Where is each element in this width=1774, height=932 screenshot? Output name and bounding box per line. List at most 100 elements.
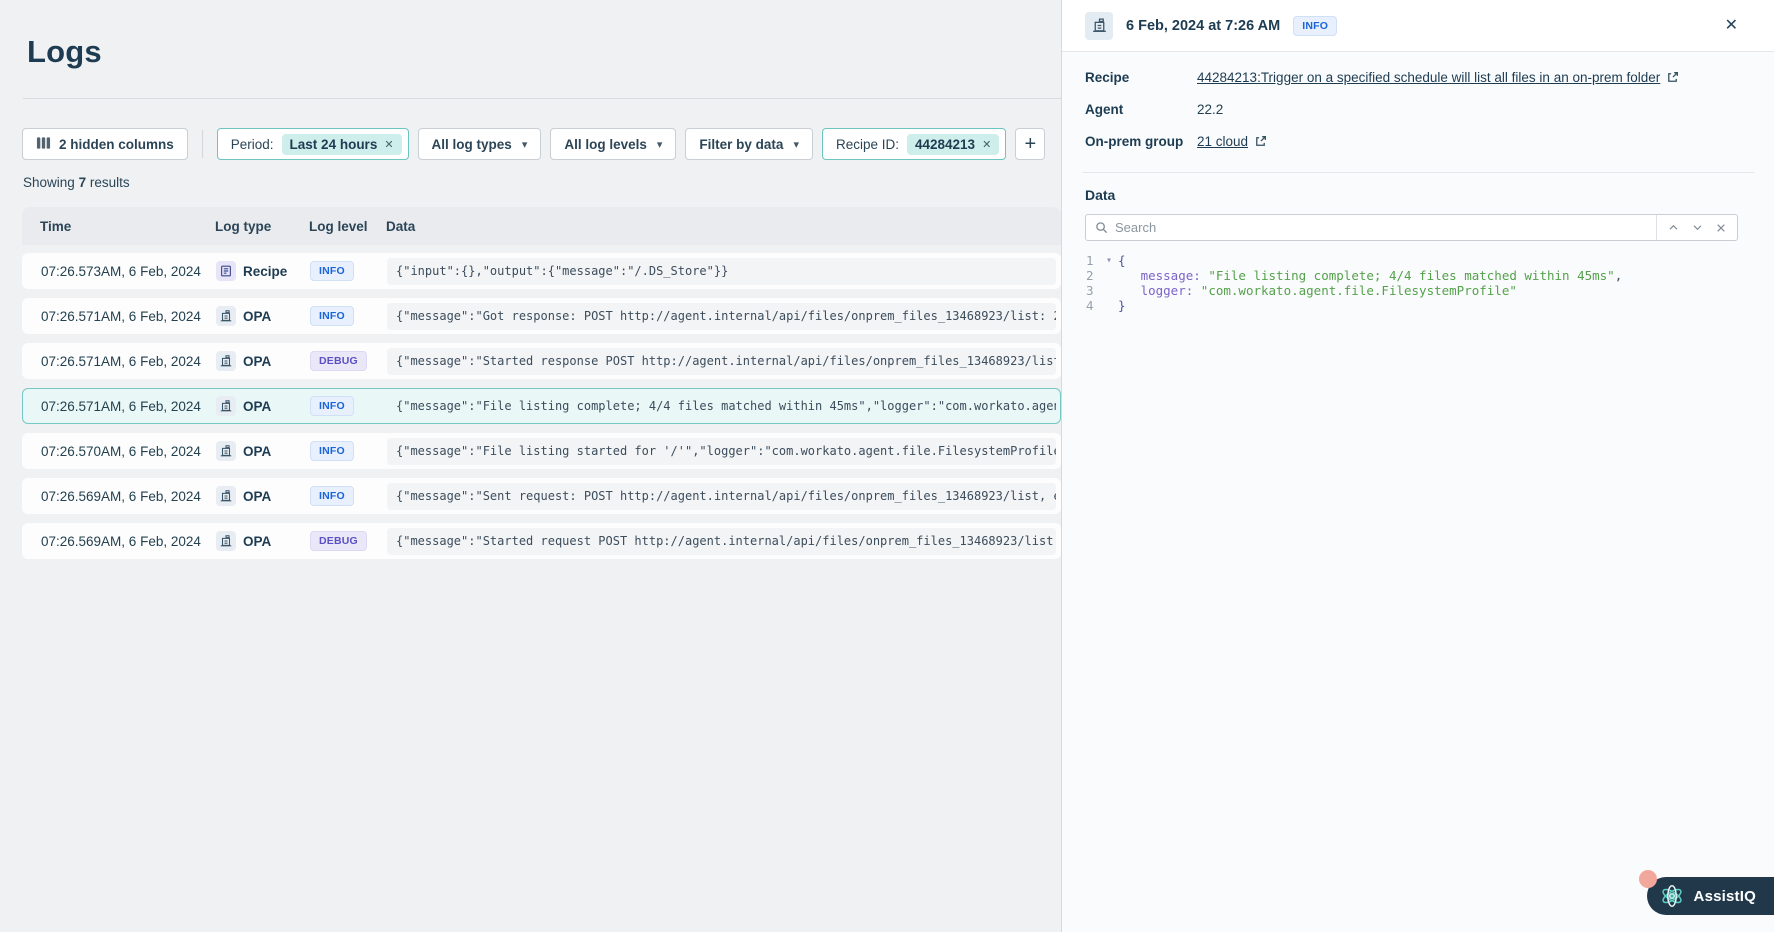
field-onprem-group-label: On-prem group: [1085, 134, 1184, 149]
table-row[interactable]: 07:26.573AM, 6 Feb, 2024 Recipe INFO {"i…: [22, 253, 1061, 289]
log-level-badge: DEBUG: [310, 531, 367, 551]
row-data-cell: {"message":"File listing started for '/'…: [387, 437, 1060, 465]
row-log-level: INFO: [310, 441, 387, 461]
log-level-badge: INFO: [310, 486, 354, 506]
toolbar-separator: [201, 130, 203, 158]
recipe-link[interactable]: 44284213:Trigger on a specified schedule…: [1197, 70, 1660, 85]
search-input[interactable]: [1115, 220, 1656, 235]
log-type-icon: [216, 531, 236, 551]
log-type-label: OPA: [243, 308, 272, 324]
recipe-id-filter-chip[interactable]: Recipe ID: 44284213 ✕: [821, 128, 1007, 160]
close-icon: [1717, 223, 1725, 232]
row-data-cell: {"message":"Got response: POST http://ag…: [387, 302, 1060, 330]
row-time: 07:26.569AM, 6 Feb, 2024: [41, 488, 201, 504]
log-type-icon: [216, 306, 236, 326]
data-search-box: [1085, 214, 1738, 241]
log-types-dropdown[interactable]: All log types ▾: [417, 128, 542, 160]
row-log-type: OPA: [216, 441, 310, 461]
row-data: {"message":"Got response: POST http://ag…: [387, 302, 1056, 330]
row-data: {"message":"File listing complete; 4/4 f…: [396, 398, 1056, 413]
chevron-up-icon: [1669, 224, 1677, 230]
period-filter-chip[interactable]: Period: Last 24 hours ✕: [216, 128, 409, 160]
log-level-badge: INFO: [310, 306, 354, 326]
table-row[interactable]: 07:26.571AM, 6 Feb, 2024 OPA INFO {"mess…: [22, 388, 1061, 424]
row-log-type: OPA: [216, 351, 310, 371]
assistiq-label: AssistIQ: [1693, 887, 1756, 905]
table-row[interactable]: 07:26.571AM, 6 Feb, 2024 OPA DEBUG {"mes…: [22, 343, 1061, 379]
row-data: {"message":"Started response POST http:/…: [387, 347, 1056, 375]
log-type-icon: [216, 351, 236, 371]
code-content: {: [1118, 253, 1126, 268]
building-icon: [220, 400, 232, 412]
column-header-time[interactable]: Time: [22, 219, 215, 234]
logs-main: Logs 2 hidden columns Period: Last 24 ho…: [0, 0, 1061, 932]
search-prev-button[interactable]: [1661, 215, 1685, 240]
row-data: {"message":"Started request POST http://…: [387, 527, 1056, 555]
fold-caret-icon[interactable]: ▾: [1100, 253, 1118, 268]
log-type-label: OPA: [243, 533, 272, 549]
atom-icon: [1659, 883, 1685, 909]
page-title: Logs: [27, 34, 102, 69]
add-filter-button[interactable]: +: [1015, 128, 1046, 160]
table-row[interactable]: 07:26.570AM, 6 Feb, 2024 OPA INFO {"mess…: [22, 433, 1061, 469]
row-data-cell: {"message":"Sent request: POST http://ag…: [387, 482, 1060, 510]
assistiq-button[interactable]: AssistIQ: [1638, 870, 1774, 915]
filter-by-data-dropdown[interactable]: Filter by data ▾: [685, 128, 813, 160]
row-data-cell: {"input":{},"output":{"message":"/.DS_St…: [387, 257, 1060, 285]
search-icon: [1095, 221, 1108, 234]
row-log-level: INFO: [310, 306, 387, 326]
table-row[interactable]: 07:26.569AM, 6 Feb, 2024 OPA DEBUG {"mes…: [22, 523, 1061, 559]
chevron-down-icon: ▾: [793, 138, 799, 151]
log-levels-dropdown[interactable]: All log levels ▾: [550, 128, 677, 160]
close-panel-button[interactable]: ✕: [1725, 17, 1738, 34]
data-section-title: Data: [1085, 187, 1116, 203]
json-code-viewer[interactable]: 1 ▾{2 message: "File listing complete; 4/…: [1085, 253, 1738, 313]
agent-version: 22.2: [1197, 102, 1224, 117]
column-header-type[interactable]: Log type: [215, 219, 309, 234]
row-time: 07:26.573AM, 6 Feb, 2024: [41, 263, 201, 279]
building-icon: [220, 310, 232, 322]
recipe-id-remove-icon[interactable]: ✕: [982, 138, 991, 151]
log-level-badge: INFO: [310, 261, 354, 281]
period-remove-icon[interactable]: ✕: [384, 138, 393, 151]
table-header: Time Log type Log level Data: [22, 207, 1061, 245]
log-detail-panel: 6 Feb, 2024 at 7:26 AM INFO ✕ Recipe 442…: [1061, 0, 1774, 932]
filter-toolbar: 2 hidden columns Period: Last 24 hours ✕…: [22, 128, 1061, 160]
row-time: 07:26.569AM, 6 Feb, 2024: [41, 533, 201, 549]
row-log-level: INFO: [310, 261, 387, 281]
code-content: message: "File listing complete; 4/4 fil…: [1140, 268, 1623, 283]
results-summary: Showing 7 results: [23, 175, 130, 190]
hidden-columns-label: 2 hidden columns: [59, 136, 174, 152]
column-header-data[interactable]: Data: [386, 219, 1061, 234]
row-log-level: INFO: [310, 396, 387, 416]
onprem-group-link[interactable]: 21 cloud: [1197, 134, 1248, 149]
log-level-badge: INFO: [310, 441, 354, 461]
table-row[interactable]: 07:26.569AM, 6 Feb, 2024 OPA INFO {"mess…: [22, 478, 1061, 514]
search-clear-button[interactable]: [1709, 215, 1733, 240]
code-content: }: [1118, 298, 1126, 313]
log-type-label: OPA: [243, 353, 272, 369]
line-number: 4: [1086, 298, 1094, 313]
results-count: 7: [78, 175, 87, 190]
line-number: 1: [1086, 253, 1094, 268]
row-log-level: INFO: [310, 486, 387, 506]
field-recipe: Recipe 44284213:Trigger on a specified s…: [1085, 70, 1738, 102]
log-type-icon: [216, 396, 236, 416]
column-header-level[interactable]: Log level: [309, 219, 386, 234]
table-row[interactable]: 07:26.571AM, 6 Feb, 2024 OPA INFO {"mess…: [22, 298, 1061, 334]
row-data: {"message":"File listing started for '/'…: [387, 437, 1056, 465]
fold-gutter: [1100, 298, 1118, 313]
row-log-type: OPA: [216, 306, 310, 326]
building-icon: [220, 445, 232, 457]
building-icon: [220, 490, 232, 502]
line-number: 2: [1086, 268, 1094, 283]
row-data: {"message":"Sent request: POST http://ag…: [387, 482, 1056, 510]
notification-dot: [1638, 870, 1657, 888]
field-agent: Agent 22.2: [1085, 102, 1738, 134]
hidden-columns-button[interactable]: 2 hidden columns: [22, 128, 188, 160]
logs-app: Logs 2 hidden columns Period: Last 24 ho…: [0, 0, 1774, 932]
field-agent-label: Agent: [1085, 102, 1124, 117]
row-time: 07:26.570AM, 6 Feb, 2024: [41, 443, 201, 459]
field-onprem-group: On-prem group 21 cloud: [1085, 134, 1738, 166]
search-next-button[interactable]: [1685, 215, 1709, 240]
